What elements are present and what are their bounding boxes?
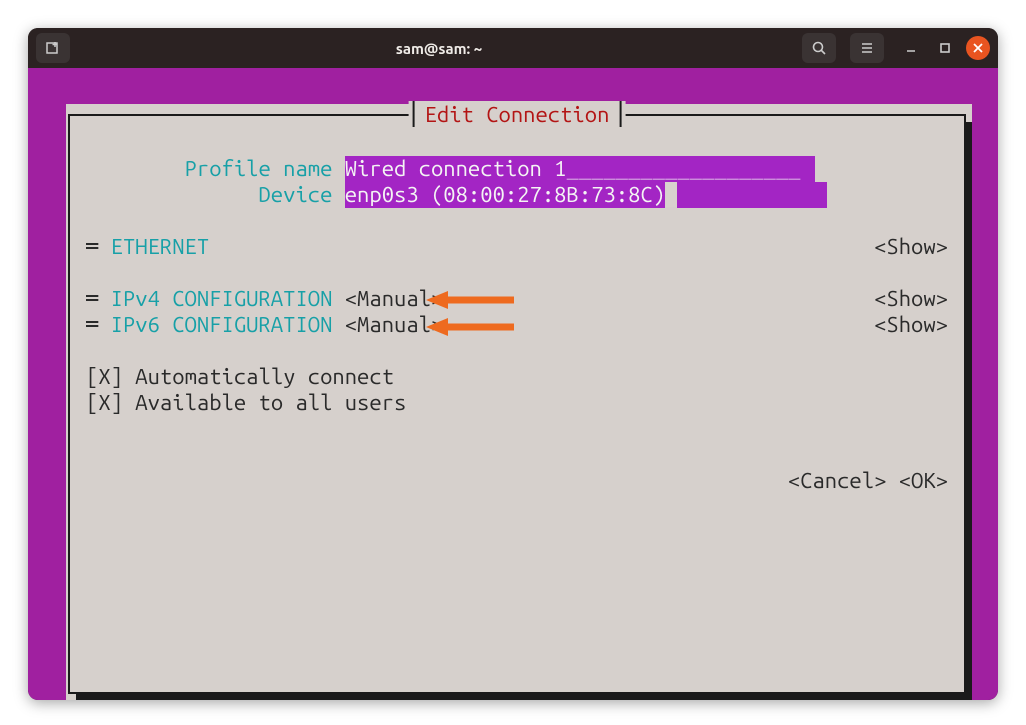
device-label: Device: [86, 182, 345, 207]
search-button[interactable]: [802, 33, 836, 63]
minimize-icon: [904, 41, 918, 55]
panel-content: Profile name Wired connection 1_________…: [86, 156, 948, 682]
hamburger-icon: [859, 40, 875, 56]
ipv6-label: IPv6 CONFIGURATION: [111, 312, 333, 338]
hamburger-menu-button[interactable]: [850, 33, 884, 63]
ethernet-label: ETHERNET: [111, 234, 210, 260]
terminal-window: sam@sam: ~: [28, 28, 998, 700]
shadow-bottom: [76, 694, 972, 700]
ipv6-section: ═ IPv6 CONFIGURATION <Manual> <Show>: [86, 312, 948, 338]
profile-name-input[interactable]: Wired connection 1___________________: [345, 156, 815, 182]
new-tab-button[interactable]: [36, 33, 70, 63]
ethernet-section: ═ ETHERNET <Show>: [86, 234, 948, 260]
terminal-viewport[interactable]: Edit Connection Profile name Wired conne…: [28, 68, 998, 700]
ipv4-section: ═ IPv4 CONFIGURATION <Manual> <Show>: [86, 286, 948, 312]
button-row: <Cancel> <OK>: [86, 442, 948, 468]
ethernet-show-button[interactable]: <Show>: [874, 234, 948, 260]
shadow-right: [966, 122, 972, 700]
device-row: Device enp0s3 (08:00:27:8B:73:8C)_: [86, 182, 948, 208]
ipv6-show-button[interactable]: <Show>: [874, 312, 948, 338]
window-title: sam@sam: ~: [76, 40, 802, 57]
close-icon: [973, 43, 983, 53]
maximize-button[interactable]: [932, 35, 958, 61]
ipv4-label: IPv4 CONFIGURATION: [111, 286, 333, 312]
auto-connect-checkbox[interactable]: [X] Automatically connect: [86, 364, 948, 390]
panel-title: Edit Connection: [415, 102, 620, 127]
all-users-checkbox[interactable]: [X] Available to all users: [86, 390, 948, 416]
minimize-button[interactable]: [898, 35, 924, 61]
search-icon: [811, 40, 827, 56]
close-button[interactable]: [966, 36, 990, 60]
ethernet-toggle[interactable]: ═: [86, 234, 111, 260]
auto-connect-label: Automatically connect: [135, 364, 394, 389]
profile-name-label: Profile name: [86, 156, 345, 181]
ipv6-mode-select[interactable]: <Manual>: [345, 312, 444, 338]
ipv4-mode-select[interactable]: <Manual>: [345, 286, 444, 312]
ipv4-toggle[interactable]: ═: [86, 286, 111, 312]
new-tab-icon: [45, 40, 61, 56]
title-bar-right: [619, 101, 621, 127]
cancel-button[interactable]: <Cancel>: [788, 468, 887, 493]
panel-frame: Edit Connection Profile name Wired conne…: [68, 114, 966, 694]
ipv4-show-button[interactable]: <Show>: [874, 286, 948, 312]
panel-title-wrap: Edit Connection: [409, 101, 626, 127]
all-users-label: Available to all users: [135, 390, 406, 415]
maximize-icon: [938, 41, 952, 55]
nmtui-panel: Edit Connection Profile name Wired conne…: [66, 104, 972, 700]
titlebar: sam@sam: ~: [28, 28, 998, 68]
profile-name-row: Profile name Wired connection 1_________…: [86, 156, 948, 182]
device-input[interactable]: enp0s3 (08:00:27:8B:73:8C): [345, 182, 665, 208]
ok-button[interactable]: <OK>: [899, 468, 948, 493]
ipv6-toggle[interactable]: ═: [86, 312, 111, 338]
